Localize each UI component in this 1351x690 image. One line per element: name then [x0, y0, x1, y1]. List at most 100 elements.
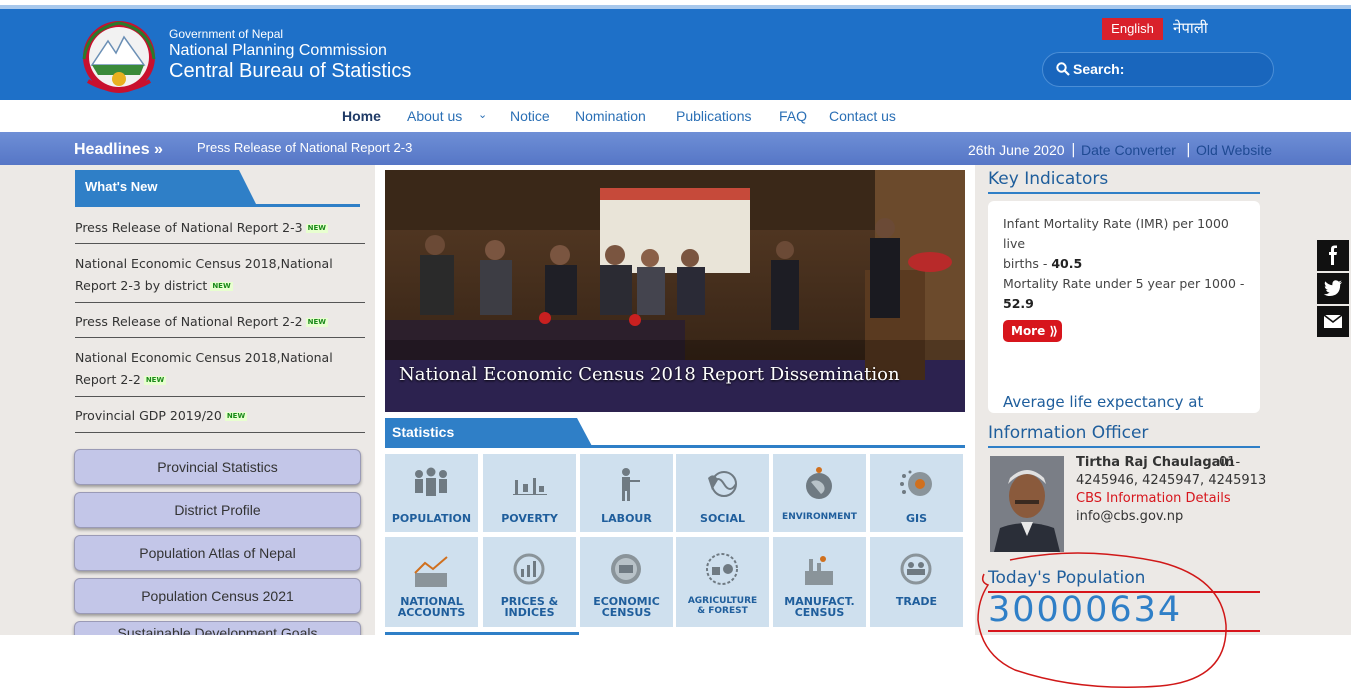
cbs-information-details-link[interactable]: CBS Information Details: [1076, 491, 1231, 506]
environment-icon: [806, 467, 832, 499]
tile-environment[interactable]: ENVIRONMENT: [773, 454, 866, 532]
economic-census-icon: [611, 554, 641, 584]
envelope-icon: [1323, 314, 1343, 328]
officer-email[interactable]: info@cbs.gov.np: [1076, 509, 1183, 524]
nav-contact-us[interactable]: Contact us: [829, 108, 896, 124]
population-counter: 30000634: [988, 590, 1183, 630]
sdg-button[interactable]: Sustainable Development Goals: [74, 621, 361, 635]
news-item-text[interactable]: Report 2-2: [75, 372, 141, 387]
tile-label: CENSUS: [601, 606, 652, 619]
nav-nomination[interactable]: Nomination: [575, 108, 646, 124]
hero-caption: National Economic Census 2018 Report Dis…: [399, 364, 900, 385]
tile-manufacture-census[interactable]: MANUFACT. CENSUS: [773, 537, 866, 627]
search-label: Search:: [1073, 61, 1125, 77]
imr-value: 40.5: [1051, 256, 1083, 271]
district-profile-button[interactable]: District Profile: [74, 492, 361, 528]
tile-label: TRADE: [895, 595, 938, 608]
news-item[interactable]: National Economic Census 2018,National R…: [75, 347, 365, 391]
more-button[interactable]: More ⟫: [1003, 320, 1062, 342]
news-item-text[interactable]: National Economic Census 2018,National: [75, 350, 333, 365]
u5-indicator: Mortality Rate under 5 year per 1000 - 5…: [1003, 274, 1253, 314]
language-english-button[interactable]: English: [1102, 18, 1163, 40]
date-converter-link[interactable]: Date Converter: [1081, 142, 1176, 158]
tile-label: POPULATION: [391, 512, 472, 525]
nav-home[interactable]: Home: [342, 108, 381, 124]
new-badge: NEW: [305, 318, 328, 327]
new-badge: NEW: [210, 282, 233, 291]
divider: [75, 432, 365, 433]
key-indicators-title: Key Indicators: [988, 169, 1109, 189]
new-badge: NEW: [224, 412, 248, 421]
new-badge: NEW: [143, 376, 167, 385]
search-input[interactable]: Search:: [1042, 52, 1274, 87]
tile-economic-census[interactable]: ECONOMIC CENSUS: [580, 537, 673, 627]
agriculture-icon: [706, 553, 738, 585]
tile-label: GIS: [905, 512, 928, 525]
news-item-text[interactable]: Press Release of National Report 2-3: [75, 220, 303, 235]
divider: [75, 337, 365, 338]
main-nav: Home About us ⌄ Notice Nomination Public…: [0, 100, 1351, 132]
divider: [75, 243, 365, 244]
nav-faq[interactable]: FAQ: [779, 108, 807, 124]
tile-label: AGRICULTURE: [687, 596, 758, 606]
news-item-text[interactable]: Provincial GDP 2019/20: [75, 408, 222, 423]
news-item-text[interactable]: Press Release of National Report 2-2: [75, 314, 303, 329]
tile-population[interactable]: POPULATION: [385, 454, 478, 532]
divider: [75, 396, 365, 397]
whats-new-underline: [75, 204, 360, 207]
news-item[interactable]: Press Release of National Report 2-2 NEW: [75, 311, 365, 333]
tile-labour[interactable]: LABOUR: [580, 454, 673, 532]
twitter-button[interactable]: [1317, 273, 1349, 304]
information-officer-underline: [988, 446, 1260, 448]
population-atlas-button[interactable]: Population Atlas of Nepal: [74, 535, 361, 571]
nav-about-us[interactable]: About us: [407, 108, 462, 124]
news-item-text[interactable]: Report 2-3 by district: [75, 278, 207, 293]
prices-icon: [513, 553, 545, 585]
todays-population-title: Today's Population: [988, 568, 1146, 588]
divider: [75, 302, 365, 303]
current-date: 26th June 2020: [968, 142, 1065, 158]
headline-bar: Headlines » Press Release of National Re…: [0, 132, 1351, 165]
email-share-button[interactable]: [1317, 306, 1349, 337]
key-indicators-underline: [988, 192, 1260, 194]
bureau-name[interactable]: Central Bureau of Statistics: [169, 60, 411, 83]
tile-poverty[interactable]: POVERTY: [483, 454, 576, 532]
tile-label: CENSUS: [794, 606, 845, 619]
whats-new-title: What's New: [85, 179, 158, 194]
tile-social[interactable]: SOCIAL: [676, 454, 769, 532]
tile-label: & FOREST: [697, 606, 748, 616]
nav-publications[interactable]: Publications: [676, 108, 752, 124]
population-census-button[interactable]: Population Census 2021: [74, 578, 361, 614]
statistics-underline: [385, 445, 965, 448]
clip-region: Sustainable Development Goals: [0, 621, 375, 635]
life-expectancy-label: Average life expectancy at: [1003, 393, 1204, 411]
tile-national-accounts[interactable]: NATIONAL ACCOUNTS: [385, 537, 478, 627]
tile-gis[interactable]: GIS: [870, 454, 963, 532]
information-officer-title: Information Officer: [988, 423, 1149, 443]
facebook-icon: [1329, 245, 1337, 265]
labour-icon: [622, 468, 640, 501]
tile-trade[interactable]: TRADE: [870, 537, 963, 627]
headline-ticker[interactable]: Press Release of National Report 2-3: [197, 140, 412, 155]
news-item[interactable]: Press Release of National Report 2-3 NEW: [75, 217, 365, 239]
tile-agriculture-forest[interactable]: AGRICULTURE & FOREST: [676, 537, 769, 627]
nav-notice[interactable]: Notice: [510, 108, 550, 124]
imr-indicator: Infant Mortality Rate (IMR) per 1000 liv…: [1003, 214, 1253, 274]
trade-icon: [900, 553, 932, 585]
tile-prices-indices[interactable]: PRICES & INDICES: [483, 537, 576, 627]
poverty-icon: [513, 478, 547, 495]
news-item[interactable]: Provincial GDP 2019/20 NEW: [75, 405, 365, 427]
gov-name: Government of Nepal: [169, 27, 284, 41]
facebook-button[interactable]: [1317, 240, 1349, 271]
news-item-text[interactable]: National Economic Census 2018,National: [75, 256, 333, 271]
separator: |: [1071, 142, 1076, 158]
separator: |: [1186, 142, 1191, 158]
language-nepali-button[interactable]: नेपाली: [1173, 18, 1208, 38]
provincial-statistics-button[interactable]: Provincial Statistics: [74, 449, 361, 485]
old-website-link[interactable]: Old Website: [1196, 142, 1272, 158]
news-item[interactable]: National Economic Census 2018,National R…: [75, 253, 365, 297]
chevron-down-icon[interactable]: ⌄: [478, 108, 487, 121]
tile-label: ACCOUNTS: [397, 606, 466, 619]
tile-label: SOCIAL: [700, 512, 745, 525]
nepal-emblem-icon[interactable]: [78, 19, 160, 95]
